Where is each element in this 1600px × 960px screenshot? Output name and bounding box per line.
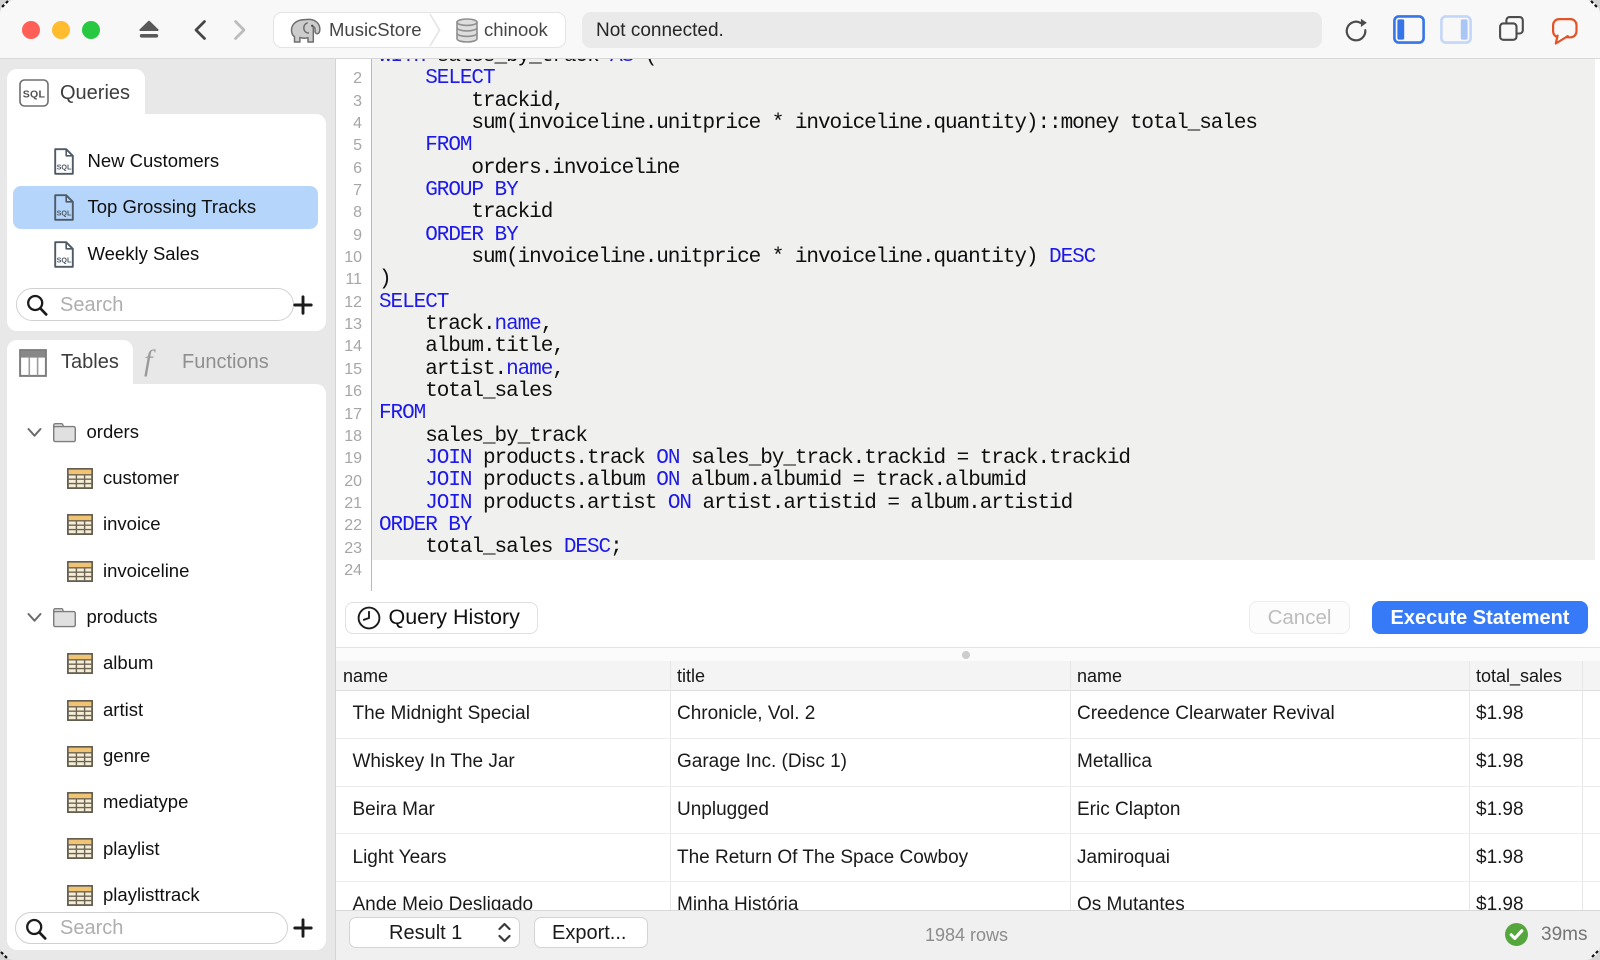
svg-text:SQL: SQL bbox=[57, 209, 72, 218]
svg-text:SQL: SQL bbox=[57, 255, 72, 264]
svg-text:SQL: SQL bbox=[57, 163, 72, 172]
svg-text:SQL: SQL bbox=[23, 88, 46, 100]
